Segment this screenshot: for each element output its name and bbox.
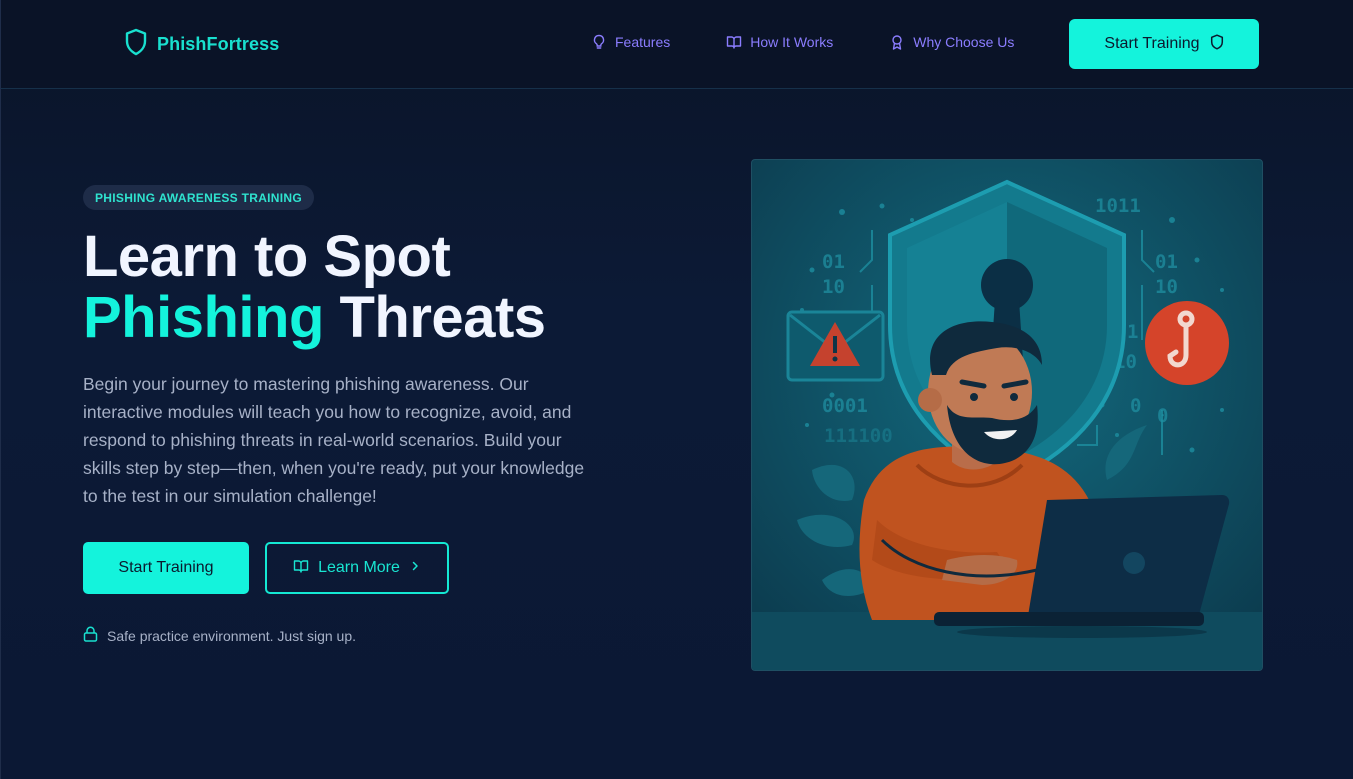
hero-title: Learn to Spot Phishing Threats (83, 226, 683, 348)
nav-item-features[interactable]: Features (591, 34, 670, 50)
safe-practice-note: Safe practice environment. Just sign up. (83, 626, 356, 645)
nav-item-why-choose-us[interactable]: Why Choose Us (889, 34, 1014, 50)
award-icon (889, 34, 905, 50)
binary-text: 01 (822, 251, 845, 273)
nav-item-how-it-works[interactable]: How It Works (726, 34, 833, 50)
start-training-label: Start Training (118, 559, 214, 576)
lightbulb-icon (591, 34, 607, 50)
brand-logo[interactable]: PhishFortress (124, 28, 280, 61)
learn-more-button[interactable]: Learn More (265, 542, 449, 594)
top-navbar: PhishFortress Features How It Works Why … (1, 0, 1353, 89)
start-training-button[interactable]: Start Training (83, 542, 249, 594)
header-start-training-button[interactable]: Start Training (1069, 19, 1259, 69)
binary-text: 0 (1157, 405, 1168, 427)
hero-title-line1: Learn to Spot (83, 224, 451, 289)
hero-badge: PHISHING AWARENESS TRAINING (83, 185, 315, 210)
shield-icon (124, 28, 148, 61)
lock-icon (83, 626, 98, 645)
brand-name: PhishFortress (157, 33, 280, 54)
nav-item-label: Why Choose Us (913, 34, 1015, 50)
hero-title-accent: Phishing (83, 285, 324, 350)
binary-text: 10 (1155, 276, 1178, 298)
binary-text: 111100 (824, 425, 893, 447)
book-icon (293, 558, 309, 579)
main-nav: Features How It Works Why Choose Us (591, 34, 1014, 50)
page: PhishFortress Features How It Works Why … (0, 0, 1353, 779)
hero-illustration: 1011 01 10 01 10 0001 111100 1 10 0 0 (751, 159, 1263, 671)
binary-text: 0001 (822, 395, 868, 417)
binary-text: 1011 (1095, 195, 1141, 217)
hero-description: Begin your journey to mastering phishing… (83, 374, 585, 506)
binary-text: 10 (822, 276, 845, 298)
shield-icon (1210, 33, 1224, 55)
binary-text: 0 (1130, 395, 1141, 417)
safe-practice-text: Safe practice environment. Just sign up. (107, 627, 357, 644)
book-icon (726, 34, 742, 50)
nav-item-label: How It Works (750, 34, 834, 50)
nav-item-label: Features (615, 34, 671, 50)
binary-text: 1 (1127, 321, 1138, 343)
binary-text: 01 (1155, 251, 1178, 273)
hero-title-rest: Threats (323, 285, 547, 350)
chevron-right-icon (409, 559, 421, 577)
hero-illustration-svg: 1011 01 10 01 10 0001 111100 1 10 0 0 (752, 160, 1262, 670)
learn-more-label: Learn More (318, 559, 400, 576)
header-start-training-label: Start Training (1104, 35, 1200, 52)
